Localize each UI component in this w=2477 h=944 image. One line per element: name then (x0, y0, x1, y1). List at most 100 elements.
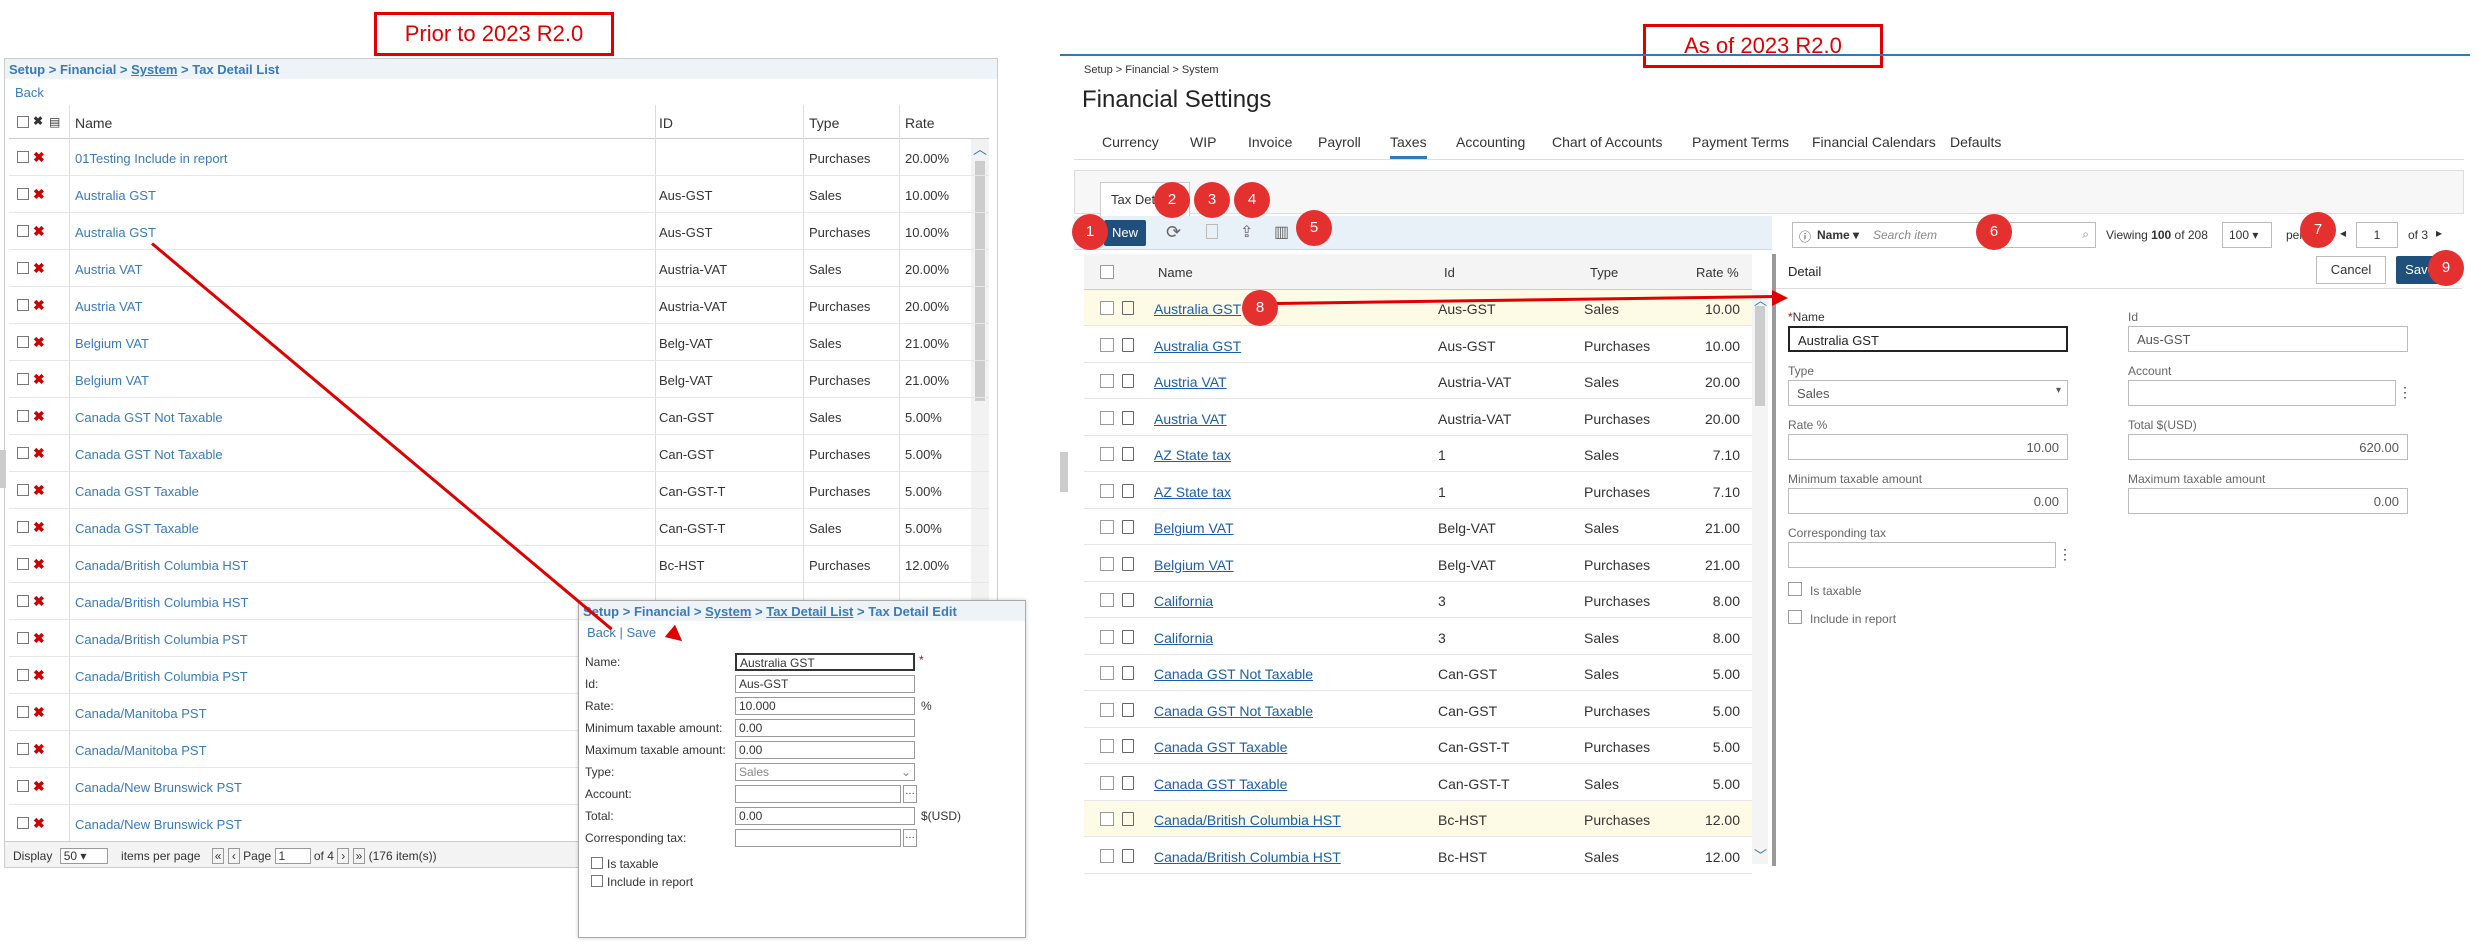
row-checkbox[interactable] (1100, 483, 1114, 498)
search-box[interactable]: ⓘ Name ▾ Search item ⌕ (1792, 222, 2096, 248)
col-id[interactable]: Id (1444, 265, 1455, 280)
delete-icon[interactable]: ✖ (33, 556, 45, 573)
table-row[interactable]: Australia GST Aus-GST Sales 10.00 (1084, 290, 1752, 326)
delete-icon[interactable]: ✖ (33, 630, 45, 647)
refresh-icon[interactable]: ⟳ (1166, 222, 1181, 243)
next-page-icon[interactable]: › (337, 848, 350, 864)
row-name[interactable]: Canada GST Taxable (75, 521, 199, 536)
row-name[interactable]: Belgium VAT (75, 336, 149, 351)
popup-save-link[interactable]: Save (627, 625, 657, 640)
row-checkbox[interactable] (17, 521, 29, 533)
row-checkbox[interactable] (17, 669, 29, 681)
account-menu-icon[interactable]: ⋮ (2398, 384, 2412, 401)
trash-icon[interactable] (1122, 520, 1134, 534)
row-name[interactable]: Australia GST (1154, 301, 1241, 317)
popup-id-input[interactable]: Aus-GST (735, 675, 915, 693)
row-name[interactable]: Canada/British Columbia HST (1154, 849, 1341, 865)
row-name[interactable]: Canada/Manitoba PST (75, 706, 207, 721)
row-checkbox[interactable] (1100, 520, 1114, 534)
trash-icon[interactable] (1122, 337, 1134, 352)
search-field-select[interactable]: Name ▾ (1817, 228, 1859, 242)
delete-icon[interactable] (1206, 224, 1218, 239)
cancel-button[interactable]: Cancel (2316, 256, 2386, 284)
trash-icon[interactable] (1122, 812, 1134, 826)
old-col-id[interactable]: ID (659, 115, 673, 131)
popup-account-picker-icon[interactable]: … (903, 785, 917, 803)
trash-icon[interactable] (1122, 447, 1134, 461)
select-all-checkbox[interactable] (1100, 265, 1114, 279)
table-row[interactable]: California 3 Sales 8.00 (1084, 619, 1752, 655)
delete-icon[interactable]: ✖ (33, 778, 45, 795)
popup-corr-input[interactable] (735, 829, 901, 847)
next-page-icon[interactable]: ▸ (2436, 226, 2442, 240)
delete-icon[interactable]: ✖ (33, 482, 45, 499)
col-rate[interactable]: Rate % (1696, 265, 1739, 280)
row-name[interactable]: Canada/British Columbia HST (1154, 812, 1341, 828)
columns-icon[interactable]: ▥ (1274, 222, 1289, 242)
row-name[interactable]: Canada GST Taxable (75, 484, 199, 499)
delete-icon[interactable]: ✖ (33, 815, 45, 832)
delete-all-icon[interactable]: ✖ (33, 114, 43, 128)
page-size-select[interactable]: 100 ▾ (2222, 222, 2272, 248)
row-name[interactable]: Austria VAT (75, 299, 142, 314)
row-name[interactable]: California (1154, 593, 1213, 609)
table-row[interactable]: Australia GST Aus-GST Purchases 10.00 (1084, 327, 1752, 363)
row-name[interactable]: Canada/British Columbia HST (75, 558, 248, 573)
table-row[interactable]: AZ State tax 1 Sales 7.10 (1084, 436, 1752, 472)
row-name[interactable]: Canada GST Not Taxable (1154, 666, 1313, 682)
prev-page-icon[interactable]: ◂ (2340, 226, 2346, 240)
row-checkbox[interactable] (17, 632, 29, 644)
table-row[interactable]: Canada/British Columbia HST Bc-HST Sales 12… (1084, 838, 1752, 874)
row-checkbox[interactable] (17, 780, 29, 792)
row-name[interactable]: California (1154, 630, 1213, 646)
detail-id-input[interactable]: Aus-GST (2128, 326, 2408, 352)
select-all-checkbox[interactable] (17, 116, 29, 128)
delete-icon[interactable]: ✖ (33, 297, 45, 314)
tab-wip[interactable]: WIP (1190, 134, 1216, 150)
row-checkbox[interactable] (1100, 593, 1114, 607)
trash-icon[interactable] (1122, 629, 1134, 644)
row-name[interactable]: Canada GST Taxable (1154, 776, 1287, 792)
table-row[interactable]: Canada GST Taxable Can-GST-T Sales 5.00 (1084, 765, 1752, 801)
row-name[interactable]: Canada GST Not Taxable (75, 410, 223, 425)
table-row[interactable]: ✖ Austria VAT Austria-VAT Sales 20.00% (9, 250, 989, 287)
row-checkbox[interactable] (1100, 629, 1114, 644)
popup-rate-input[interactable]: 10.000 (735, 697, 915, 715)
row-checkbox[interactable] (17, 299, 29, 311)
popup-corr-picker-icon[interactable]: … (903, 829, 917, 847)
tab-accounting[interactable]: Accounting (1456, 134, 1525, 150)
tab-financial-calendars[interactable]: Financial Calendars (1812, 134, 1936, 150)
delete-icon[interactable]: ✖ (33, 519, 45, 536)
row-checkbox[interactable] (1100, 410, 1114, 425)
row-checkbox[interactable] (17, 151, 29, 163)
row-name[interactable]: AZ State tax (1154, 484, 1231, 500)
tab-payroll[interactable]: Payroll (1318, 134, 1361, 150)
row-name[interactable]: Canada/British Columbia PST (75, 632, 248, 647)
trash-icon[interactable] (1122, 301, 1134, 315)
table-row[interactable]: ✖ 01Testing Include in report Purchases 20.… (9, 139, 989, 176)
table-row[interactable]: Belgium VAT Belg-VAT Purchases 21.00 (1084, 546, 1752, 582)
popup-taxable-checkbox[interactable] (591, 857, 603, 869)
tab-chart-of-accounts[interactable]: Chart of Accounts (1552, 134, 1663, 150)
trash-icon[interactable] (1122, 593, 1134, 607)
row-name[interactable]: AZ State tax (1154, 447, 1231, 463)
row-checkbox[interactable] (17, 262, 29, 274)
detail-corr-input[interactable] (1788, 542, 2056, 568)
tab-payment-terms[interactable]: Payment Terms (1692, 134, 1789, 150)
row-name[interactable]: 01Testing Include in report (75, 151, 227, 166)
table-row[interactable]: Austria VAT Austria-VAT Sales 20.00 (1084, 363, 1752, 399)
detail-type-select[interactable]: Sales ▾ (1788, 380, 2068, 406)
tab-taxes[interactable]: Taxes (1390, 134, 1427, 159)
table-row[interactable]: ✖ Canada GST Not Taxable Can-GST Sales 5.00% (9, 398, 989, 435)
row-name[interactable]: Canada/British Columbia HST (75, 595, 248, 610)
table-row[interactable]: ✖ Canada GST Not Taxable Can-GST Purchases 5… (9, 435, 989, 472)
row-name[interactable]: Austria VAT (1154, 411, 1227, 427)
detail-total-input[interactable]: 620.00 (2128, 434, 2408, 460)
bc-system[interactable]: System (131, 62, 177, 77)
row-checkbox[interactable] (17, 817, 29, 829)
page-number-input[interactable]: 1 (2356, 222, 2398, 248)
row-checkbox[interactable] (17, 558, 29, 570)
table-row[interactable]: ✖ Canada GST Taxable Can-GST-T Purchases 5.0… (9, 472, 989, 509)
col-type[interactable]: Type (1590, 265, 1618, 280)
old-col-rate[interactable]: Rate (905, 115, 935, 131)
